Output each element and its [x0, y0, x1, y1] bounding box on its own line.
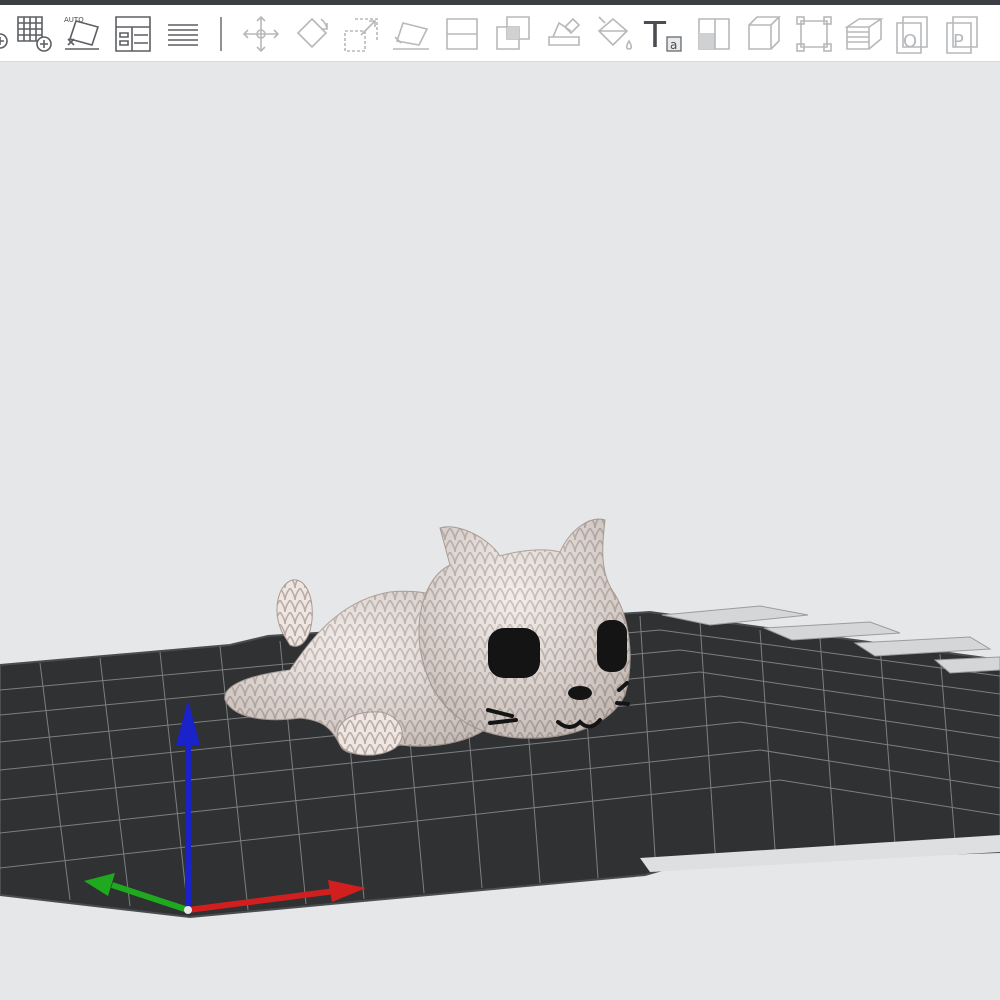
- color-paint-icon[interactable]: [593, 13, 635, 55]
- object-o-icon[interactable]: O: [893, 13, 935, 55]
- 3d-viewport[interactable]: [0, 62, 1000, 1000]
- layout-icon[interactable]: [112, 13, 154, 55]
- measure-icon[interactable]: [743, 13, 785, 55]
- main-toolbar: AUTO T a O P: [0, 5, 1000, 62]
- seam-paint-icon[interactable]: [693, 13, 735, 55]
- cut-icon[interactable]: [441, 13, 483, 55]
- scale-icon[interactable]: [341, 13, 383, 55]
- svg-text:a: a: [670, 38, 677, 52]
- auto-orient-icon[interactable]: AUTO: [62, 13, 104, 55]
- add-icon[interactable]: [0, 13, 12, 55]
- svg-text:T: T: [643, 15, 667, 55]
- object-p-icon[interactable]: P: [943, 13, 985, 55]
- cat-model[interactable]: [224, 518, 631, 756]
- cat-right-eye: [597, 620, 627, 672]
- text-tool-icon[interactable]: T a: [643, 13, 685, 55]
- variable-layer-icon[interactable]: [843, 13, 885, 55]
- svg-text:P: P: [953, 31, 964, 52]
- rotate-icon[interactable]: [291, 13, 333, 55]
- svg-text:O: O: [903, 31, 917, 52]
- toolbar-separator: [220, 17, 222, 51]
- cat-left-eye: [488, 628, 540, 678]
- move-icon[interactable]: [240, 13, 282, 55]
- cat-nose: [568, 686, 592, 700]
- lay-on-face-icon[interactable]: [391, 13, 433, 55]
- arrange-grid-icon[interactable]: [14, 13, 56, 55]
- assembly-icon[interactable]: [793, 13, 835, 55]
- boolean-icon[interactable]: [493, 13, 535, 55]
- support-paint-icon[interactable]: [543, 13, 585, 55]
- layers-list-icon[interactable]: [162, 13, 204, 55]
